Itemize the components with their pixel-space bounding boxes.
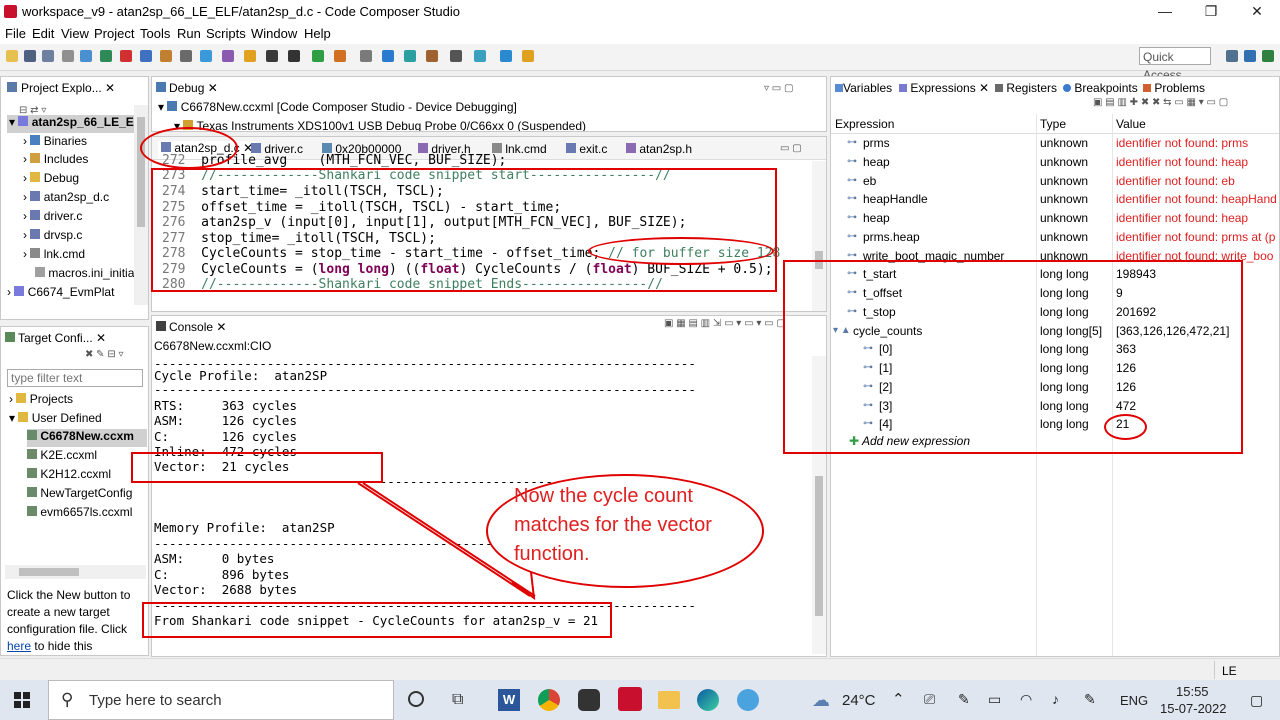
edge-icon[interactable] <box>697 689 719 711</box>
chrome-icon[interactable] <box>538 689 560 711</box>
pen-icon[interactable]: ✎ <box>958 691 970 708</box>
clock-date[interactable]: 15-07-2022 <box>1160 701 1227 716</box>
start-button[interactable] <box>14 692 30 708</box>
battery-icon[interactable]: ▭ <box>988 691 1001 708</box>
clock-time[interactable]: 15:55 <box>1176 684 1209 699</box>
word-icon[interactable]: W <box>498 689 520 711</box>
weather-temperature[interactable]: 24°C <box>842 692 876 709</box>
volume-icon[interactable]: ♪ <box>1052 691 1059 707</box>
search-icon: ⚲ <box>61 690 74 709</box>
annotation-arrow <box>357 482 536 601</box>
arrow-line <box>357 482 531 597</box>
show-hidden-icons[interactable]: ⌃ <box>892 690 905 708</box>
meet-now-icon[interactable]: ⎚ <box>924 691 935 708</box>
ccs-taskbar-icon[interactable] <box>618 687 642 711</box>
cortana-icon[interactable] <box>408 691 424 707</box>
file-explorer-icon[interactable] <box>658 691 680 709</box>
network-icon[interactable]: ✎ <box>1084 691 1096 708</box>
windows-taskbar: ⚲ Type here to search ⧉ W ☁ 24°C ⌃ ⎚ ✎ ▭… <box>0 680 1280 720</box>
snipping-tool-icon[interactable] <box>578 689 600 711</box>
arrow-line <box>362 482 536 597</box>
weather-icon[interactable]: ☁ <box>812 690 830 711</box>
task-view-icon[interactable]: ⧉ <box>452 691 463 709</box>
taskbar-search-box[interactable]: ⚲ Type here to search <box>48 680 394 720</box>
input-language[interactable]: ENG <box>1120 693 1148 708</box>
notifications-icon[interactable]: ▢ <box>1250 692 1263 709</box>
wifi-icon[interactable]: ◠ <box>1020 691 1032 708</box>
taskbar-search-placeholder: Type here to search <box>89 692 222 709</box>
app-icon[interactable] <box>737 689 759 711</box>
